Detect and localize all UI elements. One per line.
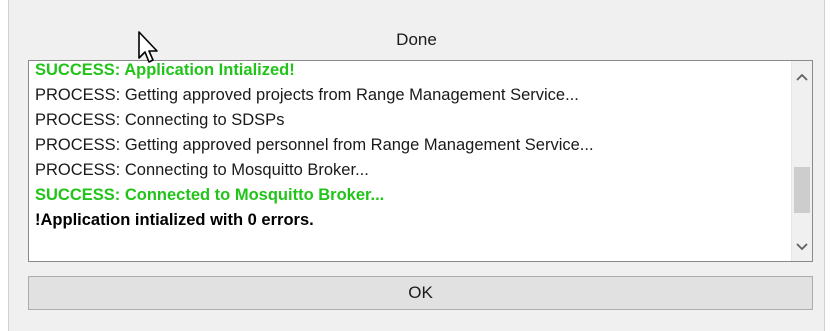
scrollbar-thumb[interactable] [794, 167, 810, 213]
log-line: PROCESS: Getting approved personnel from… [35, 136, 594, 154]
log-line: !Application intialized with 0 errors. [35, 211, 314, 229]
chevron-up-icon[interactable] [792, 67, 812, 87]
dialog-title: Done [396, 30, 437, 49]
log-output-box[interactable]: SUCCESS: Application Intialized! PROCESS… [28, 60, 813, 262]
log-line: PROCESS: Getting approved projects from … [35, 86, 579, 104]
log-lines: SUCCESS: Application Intialized! PROCESS… [35, 61, 776, 258]
done-dialog: Done SUCCESS: Application Intialized! PR… [8, 0, 825, 331]
log-line: PROCESS: Connecting to SDSPs [35, 111, 285, 129]
log-line: SUCCESS: Connected to Mosquitto Broker..… [35, 186, 385, 204]
vertical-scrollbar[interactable] [791, 61, 812, 261]
mouse-cursor-icon [138, 31, 158, 63]
ok-button[interactable]: OK [28, 276, 813, 310]
log-line: PROCESS: Connecting to Mosquitto Broker.… [35, 161, 369, 179]
log-line-partial [35, 246, 776, 258]
chevron-down-icon[interactable] [792, 237, 812, 257]
